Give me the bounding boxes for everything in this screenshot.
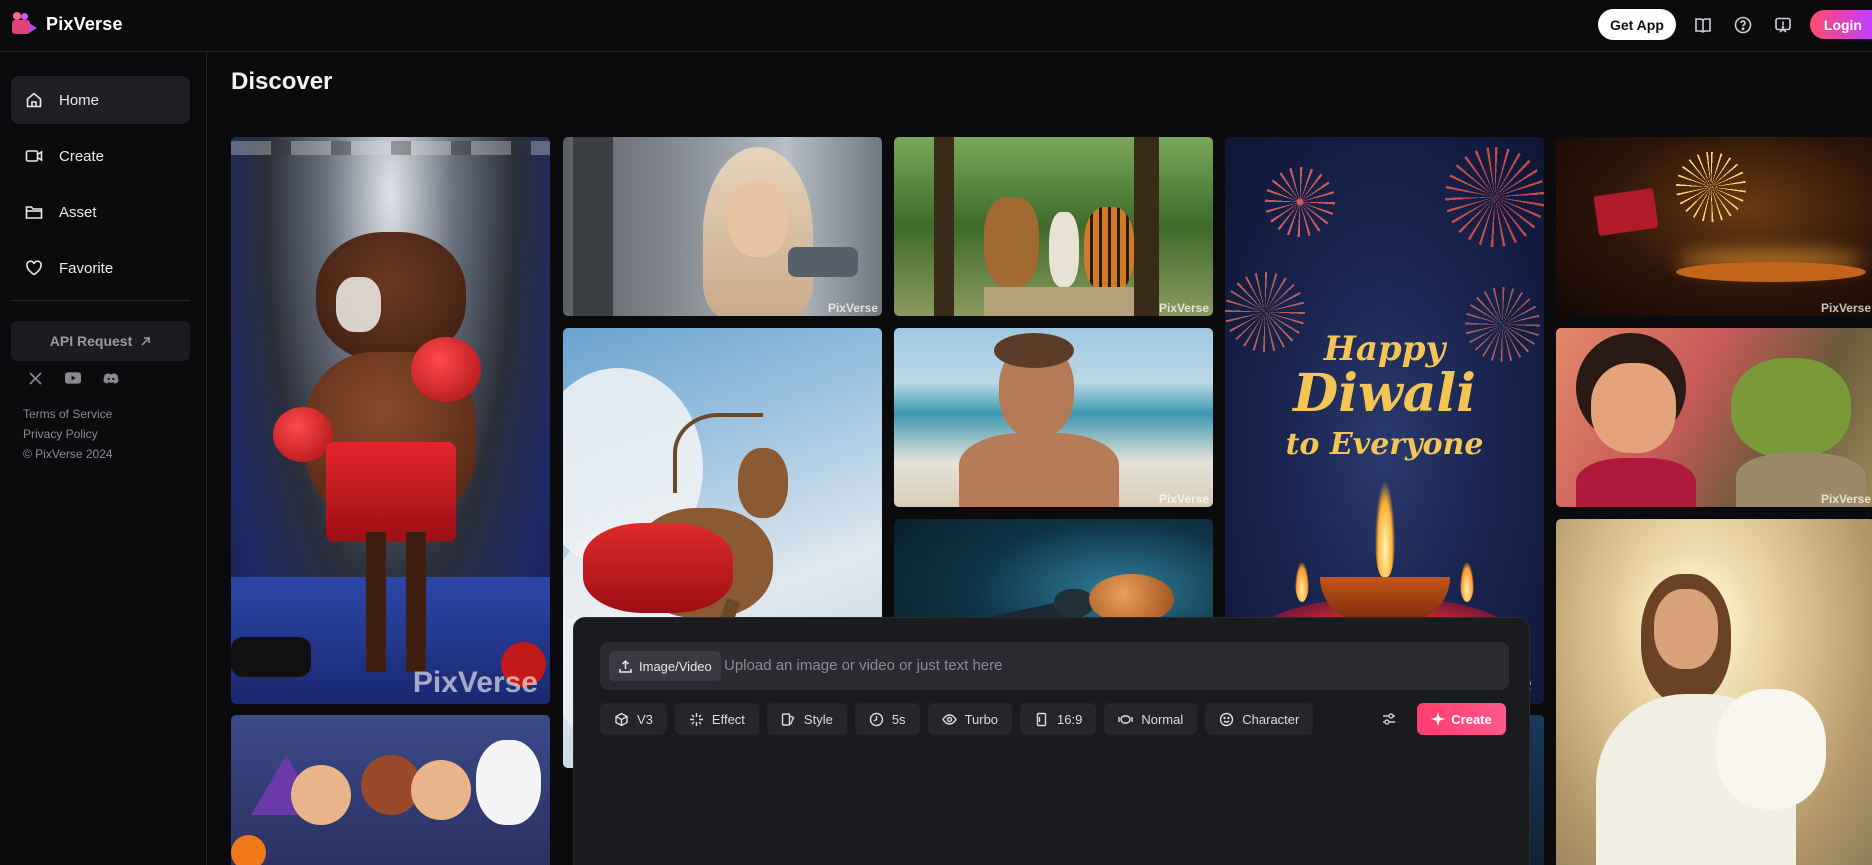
sidebar-item-label: Create	[59, 147, 105, 165]
external-link-icon	[141, 336, 150, 346]
gallery-card-boxing-bull[interactable]: PixVerse	[231, 137, 550, 704]
option-label: Effect	[711, 711, 745, 727]
logo[interactable]: PixVerse	[12, 12, 123, 36]
sparkle-icon	[689, 712, 703, 726]
video-camera-icon	[25, 150, 43, 162]
option-label: V3	[637, 711, 653, 727]
sidebar: Home Create Asset Favorite API Request T…	[0, 52, 207, 865]
sparkle-icon	[1431, 712, 1446, 726]
discord-icon[interactable]	[103, 371, 119, 385]
api-request-label: API Request	[49, 333, 133, 349]
option-label: 16:9	[1057, 711, 1083, 727]
feedback-icon[interactable]	[1770, 12, 1796, 38]
logo-text: PixVerse	[46, 13, 123, 34]
main-content: Discover PixVerse PixVerse PixVerse PixV…	[208, 52, 1872, 865]
cube-icon	[615, 712, 628, 726]
gallery-card-halloween[interactable]	[231, 715, 550, 865]
sidebar-item-create[interactable]: Create	[11, 132, 190, 180]
page-title: Discover	[231, 68, 333, 95]
gallery-card-hijab-woman[interactable]: PixVerse	[563, 137, 882, 316]
aspect-ratio-button[interactable]: 16:9	[1020, 703, 1097, 735]
smile-icon	[1220, 712, 1234, 726]
character-button[interactable]: Character	[1205, 703, 1314, 735]
watermark: PixVerse	[1820, 301, 1871, 315]
gallery-card-beach-man[interactable]: PixVerse	[894, 328, 1213, 507]
diwali-line-2: Diwali	[1293, 363, 1476, 424]
option-label: 5s	[891, 711, 906, 727]
upload-image-video-button[interactable]: Image/Video	[609, 651, 721, 681]
option-label: Normal	[1141, 711, 1184, 727]
aspect-ratio-icon	[1036, 712, 1047, 726]
style-icon	[781, 712, 795, 726]
generation-options: V3 Effect Style 5s Turbo 16:9 Normal Cha…	[600, 703, 1314, 735]
turbo-mode-button[interactable]: Turbo	[927, 703, 1013, 735]
gallery-card-princess-goblin[interactable]: PixVerse	[1556, 328, 1872, 507]
terms-link[interactable]: Terms of Service	[23, 404, 113, 424]
pixverse-logo-icon	[12, 12, 38, 36]
gallery-card-lion-tiger-boy[interactable]: PixVerse	[894, 137, 1213, 316]
watermark: PixVerse	[827, 301, 878, 315]
sidebar-divider	[11, 300, 190, 301]
top-bar: PixVerse Get App Login	[0, 0, 1872, 52]
camera-motion-icon	[1118, 714, 1134, 724]
watermark: PixVerse	[1158, 492, 1209, 506]
clock-icon	[869, 712, 884, 726]
option-label: Character	[1242, 711, 1300, 727]
style-button[interactable]: Style	[766, 703, 847, 735]
camera-motion-button[interactable]: Normal	[1104, 703, 1198, 735]
footer-links: Terms of Service Privacy Policy © PixVer…	[23, 404, 113, 464]
model-version-button[interactable]: V3	[600, 703, 667, 735]
home-icon	[26, 92, 42, 108]
watermark: PixVerse	[1820, 492, 1871, 506]
sliders-icon	[1383, 713, 1395, 725]
diwali-line-3: to Everyone	[1285, 427, 1484, 462]
x-icon[interactable]	[27, 371, 43, 385]
heart-icon	[26, 260, 42, 276]
folder-icon	[25, 206, 43, 219]
help-icon[interactable]	[1730, 12, 1756, 38]
eye-icon	[941, 713, 957, 725]
watermark: PixVerse	[1158, 301, 1209, 315]
create-label: Create	[1451, 711, 1492, 727]
upload-icon	[619, 659, 632, 673]
effect-button[interactable]: Effect	[674, 703, 759, 735]
social-links	[27, 371, 119, 385]
sidebar-item-home[interactable]: Home	[11, 76, 190, 124]
watermark: PixVerse	[412, 666, 538, 699]
api-request-button[interactable]: API Request	[11, 321, 190, 361]
privacy-link[interactable]: Privacy Policy	[23, 424, 113, 444]
sidebar-item-label: Asset	[59, 203, 97, 221]
gallery-card-jesus-lamb[interactable]	[1556, 519, 1872, 865]
sidebar-item-label: Favorite	[59, 259, 114, 277]
option-label: Turbo	[964, 711, 999, 727]
create-button[interactable]: Create	[1417, 703, 1506, 735]
prompt-input[interactable]: Image/Video Upload an image or video or …	[600, 642, 1509, 690]
gallery-card-diwali-candles[interactable]: PixVerse	[1556, 137, 1872, 316]
prompt-composer: Image/Video Upload an image or video or …	[573, 617, 1530, 865]
option-label: Style	[803, 711, 833, 727]
book-icon[interactable]	[1690, 12, 1716, 38]
sidebar-item-asset[interactable]: Asset	[11, 188, 190, 236]
youtube-icon[interactable]	[65, 371, 81, 385]
prompt-placeholder: Upload an image or video or just text he…	[724, 657, 1003, 674]
duration-button[interactable]: 5s	[854, 703, 920, 735]
sidebar-item-label: Home	[59, 91, 100, 109]
get-app-button[interactable]: Get App	[1597, 9, 1676, 40]
sidebar-item-favorite[interactable]: Favorite	[11, 244, 190, 292]
copyright: © PixVerse 2024	[23, 447, 113, 461]
advanced-settings-button[interactable]	[1377, 707, 1401, 731]
login-button[interactable]: Login	[1809, 10, 1872, 39]
upload-label: Image/Video	[639, 658, 712, 674]
